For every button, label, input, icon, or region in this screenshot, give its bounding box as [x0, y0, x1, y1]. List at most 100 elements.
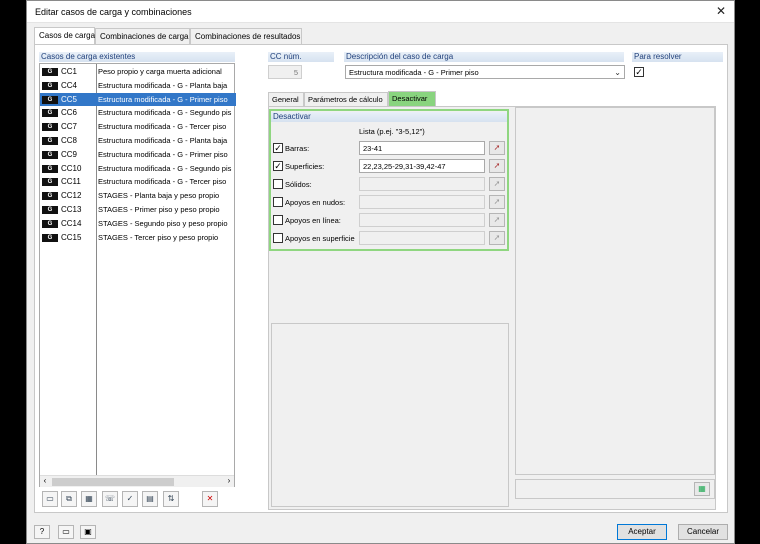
bottom-bar: ? ▭ ▣ Aceptar Cancelar [27, 516, 734, 544]
load-type-badge: G [42, 219, 58, 228]
load-case-list[interactable]: G CC1 Peso propio y carga muerta adicional… [39, 63, 236, 487]
list-item[interactable]: G CC15 STAGES - Tercer piso y peso propio [40, 231, 236, 245]
load-case-desc: Estructura modificada - G - Planta baja [98, 80, 228, 90]
to-solve-header: Para resolver [632, 52, 723, 62]
load-case-id: CC13 [61, 205, 82, 214]
load-type-badge: G [42, 81, 58, 90]
cc-num-header: CC núm. [268, 52, 334, 62]
load-type-badge: G [42, 123, 58, 132]
deactivate-list-input[interactable] [359, 231, 485, 245]
load-type-badge: G [42, 109, 58, 118]
deactivate-list-input[interactable]: 23-41 [359, 141, 485, 155]
pick-cursor-icon[interactable]: ➚ [489, 177, 505, 191]
scroll-thumb[interactable] [52, 478, 174, 486]
pick-cursor-icon[interactable]: ➚ [489, 231, 505, 245]
load-case-id: CC9 [61, 149, 78, 159]
list-item[interactable]: G CC7 Estructura modificada - G - Tercer p… [40, 120, 236, 134]
list-hint-label: Lista (p.ej. "3-5,12") [359, 127, 425, 136]
load-case-id: CC14 [61, 218, 82, 228]
phone-icon[interactable]: ☏ [102, 491, 118, 507]
tab-result-combinations[interactable]: Combinaciones de resultados [190, 28, 302, 44]
main-body: Casos de carga existentes G CC1 Peso propi… [34, 44, 728, 513]
close-icon[interactable]: ✕ [714, 4, 728, 18]
copy-load-case-icon[interactable]: ⧉ [61, 491, 77, 507]
check-all-icon[interactable]: ✓ [122, 491, 138, 507]
load-type-badge: G [42, 95, 58, 104]
uncheck-all-icon[interactable]: ▤ [142, 491, 158, 507]
list-item[interactable]: G CC1 Peso propio y carga muerta adicional [40, 65, 236, 79]
deactivate-checkbox[interactable]: ✓ [273, 143, 283, 153]
sort-icon[interactable]: ⇅ [163, 491, 179, 507]
chevron-down-icon[interactable]: ⌄ [614, 68, 621, 77]
deactivate-label: Superficies: [285, 162, 325, 171]
new-load-case-icon[interactable]: ▭ [42, 491, 58, 507]
deactivate-list-input[interactable]: 22,23,25-29,31-39,42-47 [359, 159, 485, 173]
list-item[interactable]: G CC8 Estructura modificada - G - Planta b… [40, 134, 236, 148]
tab-calc-params[interactable]: Parámetros de cálculo [304, 92, 388, 106]
load-case-id: CC11 [61, 177, 81, 187]
pick-cursor-icon[interactable]: ➚ [489, 195, 505, 209]
deactivate-list-input[interactable] [359, 177, 485, 191]
list-item[interactable]: G CC5 Estructura modificada - G - Primer p… [40, 92, 236, 107]
lower-left-panel [271, 323, 509, 507]
horizontal-scrollbar[interactable]: ‹ › [40, 475, 234, 487]
tab-load-cases[interactable]: Casos de carga [34, 27, 95, 45]
edit-table-icon[interactable]: ▦ [694, 482, 710, 496]
load-case-id: CC15 [61, 232, 82, 242]
load-case-id: CC4 [61, 80, 78, 90]
scroll-right-icon[interactable]: › [224, 476, 234, 485]
description-header: Descripción del caso de carga [344, 52, 624, 62]
load-type-badge: G [42, 68, 58, 76]
load-case-desc: STAGES - Primer piso y peso propio [98, 205, 220, 214]
list-item[interactable]: G CC14 STAGES - Segundo piso y peso propio [40, 217, 236, 231]
deactivate-header: Desactivar [271, 112, 507, 122]
list-item[interactable]: G CC12 STAGES - Planta baja y peso propio [40, 189, 236, 203]
load-case-id: CC1 [61, 67, 78, 76]
load-case-id: CC7 [61, 122, 78, 132]
description-combo[interactable]: Estructura modificada - G - Primer piso … [345, 65, 625, 79]
deactivate-label: Apoyos en línea: [285, 216, 341, 225]
deactivate-checkbox[interactable] [273, 197, 283, 207]
to-solve-checkbox[interactable]: ✓ [634, 67, 644, 77]
deactivate-label: Sólidos: [285, 180, 312, 189]
load-case-desc: Estructura modificada - G - Tercer piso [98, 122, 227, 132]
delete-icon[interactable]: ✕ [202, 491, 218, 507]
pick-cursor-icon[interactable]: ➚ [489, 159, 505, 173]
save-icon[interactable]: ▣ [80, 525, 96, 539]
load-type-badge: G [42, 150, 58, 159]
description-value: Estructura modificada - G - Primer piso [349, 68, 479, 77]
list-item[interactable]: G CC11 Estructura modificada - G - Tercer … [40, 175, 236, 189]
cancel-button[interactable]: Cancelar [678, 524, 728, 540]
tab-general[interactable]: General [268, 92, 304, 106]
load-case-desc: Estructura modificada - G - Planta baja [98, 136, 228, 145]
deactivate-list-input[interactable] [359, 213, 485, 227]
load-case-desc: STAGES - Segundo piso y peso propio [98, 218, 228, 228]
deactivate-label: Barras: [285, 144, 310, 153]
help-icon[interactable]: ? [34, 525, 50, 539]
load-case-id: CC12 [61, 191, 82, 201]
list-item[interactable]: G CC4 Estructura modificada - G - Planta b… [40, 79, 236, 93]
tab-load-combinations[interactable]: Combinaciones de carga [95, 28, 190, 44]
pick-cursor-icon[interactable]: ➚ [489, 213, 505, 227]
deactivate-label: Apoyos en nudos: [285, 198, 346, 207]
load-type-badge: G [42, 206, 58, 214]
pick-cursor-icon[interactable]: ➚ [489, 141, 505, 155]
deactivate-checkbox[interactable]: ✓ [273, 161, 283, 171]
scroll-left-icon[interactable]: ‹ [40, 476, 50, 485]
load-case-desc: Estructura modificada - G - Primer piso [98, 94, 228, 104]
list-item[interactable]: G CC10 Estructura modificada - G - Segundo… [40, 162, 236, 176]
list-item[interactable]: G CC6 Estructura modificada - G - Segundo … [40, 106, 236, 120]
ok-button[interactable]: Aceptar [617, 524, 667, 540]
deactivate-checkbox[interactable] [273, 233, 283, 243]
deactivate-checkbox[interactable] [273, 215, 283, 225]
load-case-id: CC8 [61, 136, 78, 145]
deactivate-group: Desactivar Lista (p.ej. "3-5,12") ✓ Barra… [269, 109, 509, 251]
list-item[interactable]: G CC13 STAGES - Primer piso y peso propio [40, 203, 236, 217]
deactivate-list-input[interactable] [359, 195, 485, 209]
renumber-icon[interactable]: ▦ [81, 491, 97, 507]
list-item[interactable]: G CC9 Estructura modificada - G - Primer p… [40, 148, 236, 162]
tab-deactivate[interactable]: Desactivar [388, 91, 436, 106]
cc-num-field[interactable]: 5 [268, 65, 302, 79]
open-folder-icon[interactable]: ▭ [58, 525, 74, 539]
deactivate-checkbox[interactable] [273, 179, 283, 189]
